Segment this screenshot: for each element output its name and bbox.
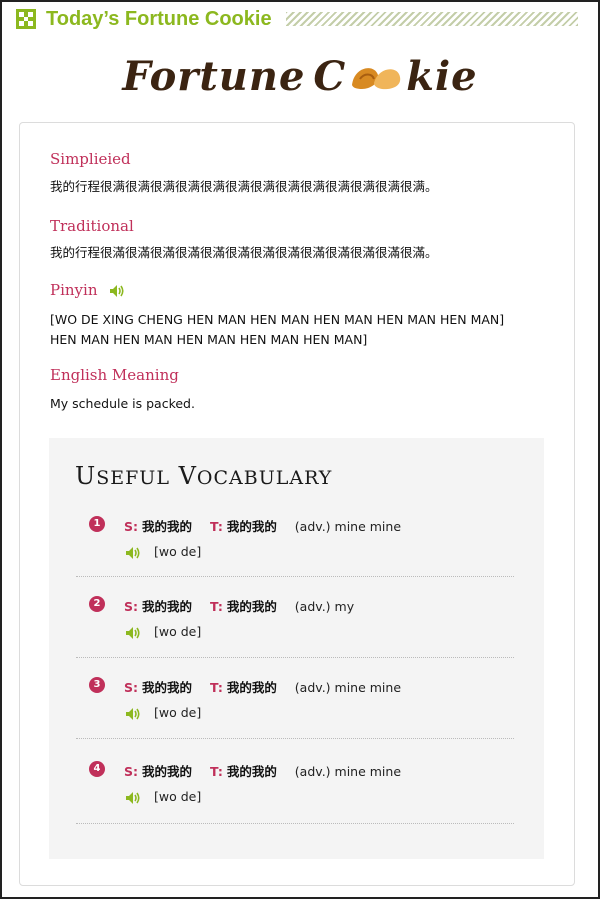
speaker-icon[interactable] [124,625,142,641]
logo-text-right: kie [406,52,478,100]
traditional-label: T: [209,519,223,534]
vocab-simplified: 我的我的 [142,764,193,779]
vocab-number-badge: 4 [89,761,105,777]
vocab-definition: (adv.) mine mine [294,680,402,695]
traditional-label: T: [209,599,223,614]
vocab-number-badge: 3 [89,677,105,693]
traditional-text: 我的行程很滿很滿很滿很滿很滿很滿很滿很滿很滿很滿很滿很滿很滿。 [50,245,438,260]
vocab-traditional: 我的我的 [226,599,277,614]
vocabulary-title-rest: SEFUL [96,467,170,489]
vocab-pinyin: [wo de] [153,705,202,720]
simplified-label: S: [124,599,139,614]
vocab-number-badge: 1 [89,516,105,532]
vocab-divider [76,576,514,577]
vocab-divider [76,657,514,658]
vocab-divider [76,823,514,824]
vocab-pinyin: [wo de] [153,544,202,559]
simplified-label: S: [124,519,139,534]
vocabulary-title: USEFUL VOCABULARY [75,462,333,490]
vocab-definition: (adv.) my [294,599,355,614]
english-meaning-text: My schedule is packed. [50,396,195,411]
simplified-label: S: [124,764,139,779]
traditional-title: Traditional [50,217,134,235]
vocab-traditional: 我的我的 [226,680,277,695]
pinyin-title-label: Pinyin [50,281,98,299]
speaker-icon[interactable] [124,545,142,561]
page-header: Today’s Fortune Cookie [16,6,578,32]
vocab-simplified: 我的我的 [142,680,193,695]
traditional-label: T: [209,680,223,695]
speaker-icon[interactable] [124,790,142,806]
fortune-cookie-logo: Fortune C kie [0,48,600,104]
fortune-logo-icon [16,9,36,29]
vocab-simplified: 我的我的 [142,519,193,534]
simplified-label: S: [124,680,139,695]
english-meaning-title: English Meaning [50,366,179,384]
cookie-icon [352,68,401,90]
page-title: Today’s Fortune Cookie [46,7,272,30]
simplified-title: Simplieied [50,150,131,168]
speaker-icon[interactable] [108,283,126,299]
vocab-simplified: 我的我的 [142,599,193,614]
vocab-pinyin: [wo de] [153,789,202,804]
header-stripe-divider [285,12,578,26]
vocab-divider [76,738,514,739]
logo-text-left: Fortune [122,52,306,100]
vocab-traditional: 我的我的 [226,519,277,534]
pinyin-line-1: [WO DE XING CHENG HEN MAN HEN MAN HEN MA… [50,312,505,327]
vocab-pinyin: [wo de] [153,624,202,639]
speaker-icon[interactable] [124,706,142,722]
pinyin-text: [WO DE XING CHENG HEN MAN HEN MAN HEN MA… [50,310,504,350]
traditional-label: T: [209,764,223,779]
simplified-text: 我的行程很满很满很满很满很满很满很满很满很满很满很满很满很满。 [50,179,438,194]
pinyin-title: Pinyin [50,281,126,299]
vocab-definition: (adv.) mine mine [294,519,402,534]
vocabulary-panel: USEFUL VOCABULARY 1 S: 我的我的 T: 我的我的 (adv… [49,438,544,859]
pinyin-line-2: HEN MAN HEN MAN HEN MAN HEN MAN HEN MAN] [50,332,368,347]
vocab-number-badge: 2 [89,596,105,612]
vocab-definition: (adv.) mine mine [294,764,402,779]
vocab-traditional: 我的我的 [226,764,277,779]
logo-letter-c: C [313,52,347,100]
